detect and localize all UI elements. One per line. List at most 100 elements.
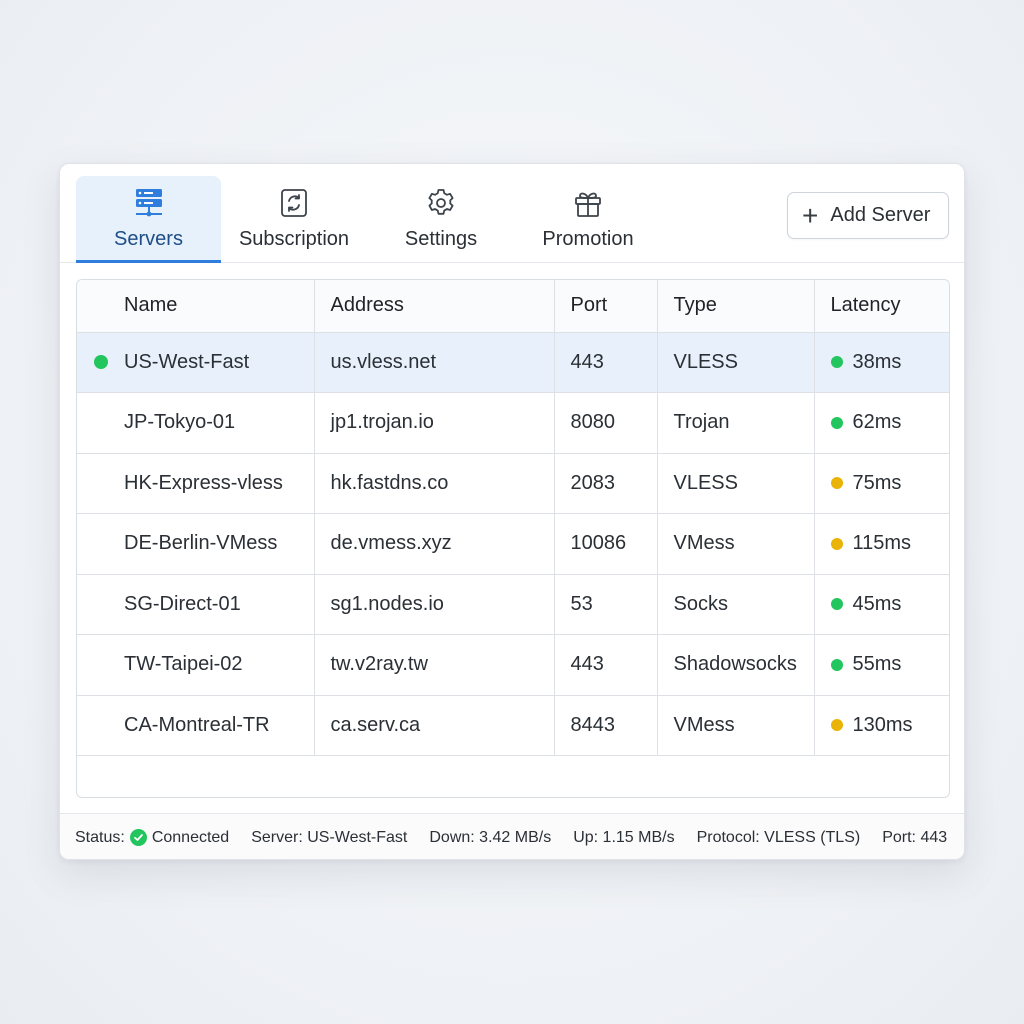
gift-icon [571,186,605,220]
latency-status-dot [830,356,843,369]
table-row[interactable]: CA-Montreal-TR ca.serv.ca 8443 VMess 130ms [77,695,950,756]
latency: 75ms [830,471,950,495]
latency-value: 38ms [852,350,902,373]
active-server-indicator [94,355,108,370]
tab-label: Settings [404,228,478,250]
status-up-speed: Up: 1.15 MB/s [573,828,675,846]
server-name-cell: JP-Tokyo-01 [77,392,315,454]
tab-settings[interactable]: Settings [368,176,514,263]
app-window: Servers Subscription Settings Promotion … [59,163,965,860]
column-header-port[interactable]: Port [554,280,658,333]
server-address: de.vmess.xyz [314,513,555,575]
server-latency-cell: 45ms [814,574,950,635]
server-latency-cell: 62ms [814,392,950,454]
tab-label: Promotion [542,228,634,250]
server-name-cell: SG-Direct-01 [77,574,315,635]
plus-icon: + [802,199,819,231]
server-port: 8080 [554,392,658,454]
server-name: US-West-Fast [124,350,250,373]
column-header-type[interactable]: Type [657,280,815,333]
server-port: 443 [554,634,658,696]
gear-icon [424,186,458,220]
latency-value: 115ms [852,532,912,555]
server-type: VMess [657,513,815,575]
server-address: hk.fastdns.co [314,453,555,514]
server-latency-cell: 38ms [814,332,950,393]
latency-status-dot [830,598,843,611]
latency-status-dot [830,477,843,490]
server-port: 8443 [554,695,658,756]
server-type: VLESS [657,453,815,514]
status-value: Connected [151,828,230,846]
add-server-label: Add Server [830,204,931,226]
column-header-name[interactable]: Name [77,280,315,333]
server-name-cell: TW-Taipei-02 [77,634,315,696]
server-table: Name Address Port Type Latency US-West-F… [76,279,950,798]
server-name: JP-Tokyo-01 [124,411,236,434]
latency: 45ms [830,592,950,616]
table-row[interactable]: TW-Taipei-02 tw.v2ray.tw 443 Shadowsocks 55m… [77,634,950,696]
server-name-cell: DE-Berlin-VMess [77,513,315,575]
server-name: TW-Taipei-02 [124,653,243,676]
server-latency-cell: 75ms [814,453,950,514]
server-port: 10086 [554,513,658,575]
latency-status-dot [830,537,843,550]
latency: 62ms [830,411,950,434]
column-header-latency[interactable]: Latency [814,280,949,333]
server-address: ca.serv.ca [314,695,555,756]
status-port: Port: 443 [882,828,948,846]
table-row[interactable]: DE-Berlin-VMess de.vmess.xyz 10086 VMess 115… [77,513,950,575]
tab-label: Subscription [238,228,350,250]
column-header-address[interactable]: Address [314,280,555,333]
server-icon [132,186,166,220]
server-latency-cell: 115ms [814,513,950,575]
server-port: 53 [554,574,658,635]
latency-status-dot [830,416,843,429]
status-down-speed: Down: 3.42 MB/s [429,828,552,846]
tab-subscription[interactable]: Subscription [221,176,367,263]
table-row[interactable]: SG-Direct-01 sg1.nodes.io 53 Socks 45ms [77,574,950,635]
server-type: VLESS [657,332,815,393]
sync-icon [277,186,311,220]
server-name: HK-Express-vless [124,471,283,494]
latency-value: 62ms [852,411,902,434]
status-server: Server: US-West-Fast [251,828,408,846]
check-icon [129,829,147,846]
server-name-cell: HK-Express-vless [77,453,315,514]
latency-status-dot [830,658,843,671]
server-address: jp1.trojan.io [314,392,555,454]
latency-value: 130ms [852,713,913,736]
latency-value: 45ms [852,592,902,615]
connection-status: Status: Connected [75,829,229,847]
tab-servers[interactable]: Servers [76,176,221,263]
latency: 38ms [830,350,950,374]
server-type: Socks [657,574,815,635]
status-bar: Status: Connected Server: US-West-Fast D… [60,813,964,859]
tab-promotion[interactable]: Promotion [515,176,661,263]
tab-label: Servers [114,228,183,250]
latency: 115ms [830,532,950,555]
server-port: 443 [554,332,658,393]
server-port: 2083 [554,453,658,514]
table-row[interactable]: HK-Express-vless hk.fastdns.co 2083 VLESS 75… [77,453,950,514]
server-address: sg1.nodes.io [314,574,555,635]
server-address: us.vless.net [314,332,555,393]
table-header-row: Name Address Port Type Latency [77,280,949,333]
toolbar: Servers Subscription Settings Promotion … [60,164,964,263]
server-type: Trojan [657,392,815,454]
server-type: Shadowsocks [657,634,815,696]
server-address: tw.v2ray.tw [314,634,555,696]
server-name: DE-Berlin-VMess [124,532,278,555]
add-server-button[interactable]: + Add Server [787,192,949,239]
latency: 130ms [830,713,950,737]
status-protocol: Protocol: VLESS (TLS) [696,828,861,846]
server-type: VMess [657,695,815,756]
table-row[interactable]: US-West-Fast us.vless.net 443 VLESS 38ms [77,332,950,393]
latency-value: 75ms [852,471,902,494]
server-name-cell: US-West-Fast [77,332,315,393]
server-latency-cell: 55ms [814,634,950,696]
status-label: Status: [75,828,125,846]
latency: 55ms [830,653,950,676]
table-row[interactable]: JP-Tokyo-01 jp1.trojan.io 8080 Trojan 62ms [77,392,950,454]
latency-status-dot [830,719,843,732]
